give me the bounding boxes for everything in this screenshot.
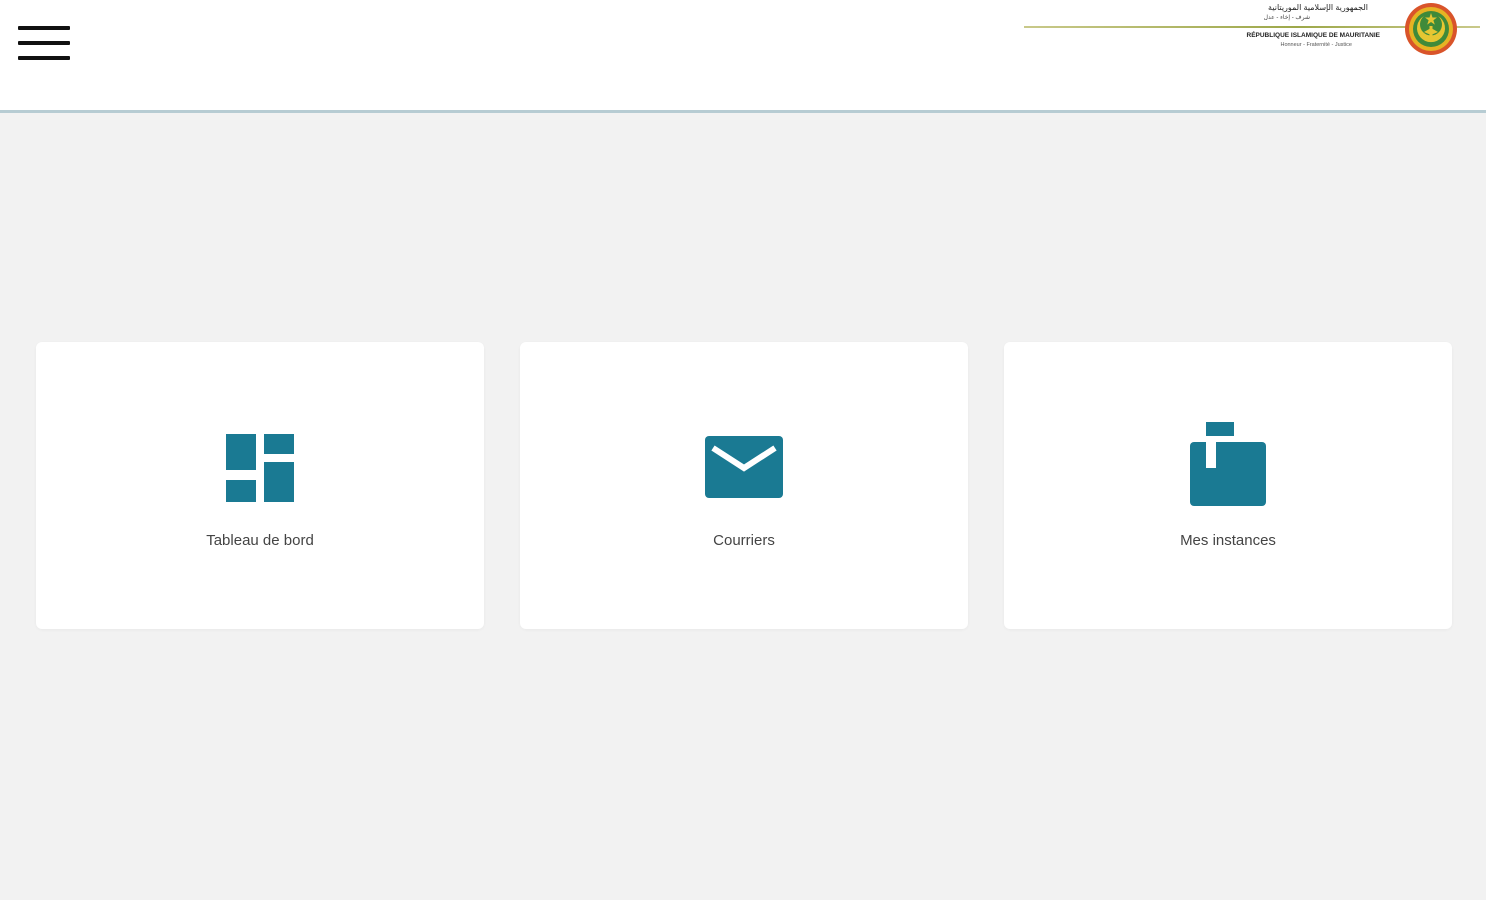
mailbox-icon xyxy=(1190,422,1266,506)
menu-bar xyxy=(18,26,70,30)
mail-envelope-icon xyxy=(705,436,783,498)
banner-arabic-title: الجمهورية الإسلامية الموريتانية xyxy=(1268,3,1368,12)
app-header: الجمهورية الإسلامية الموريتانية شرف - إخ… xyxy=(0,0,1486,113)
banner-arabic-motto: شرف - إخاء - عدل xyxy=(1263,15,1310,21)
dashboard-card[interactable]: Tableau de bord xyxy=(36,342,484,629)
courriers-card[interactable]: Courriers xyxy=(520,342,968,629)
hamburger-menu-button[interactable] xyxy=(16,22,72,64)
dashboard-icon xyxy=(226,434,294,502)
banner-french-motto: Honneur - Fraternité - Justice xyxy=(1280,42,1352,48)
dashboard-card-label: Tableau de bord xyxy=(206,532,314,549)
government-banner: الجمهورية الإسلامية الموريتانية شرف - إخ… xyxy=(1024,0,1480,60)
mes-instances-card-label: Mes instances xyxy=(1180,532,1276,549)
banner-french-title: RÉPUBLIQUE ISLAMIQUE DE MAURITANIE xyxy=(1246,32,1381,39)
national-emblem-icon xyxy=(1405,3,1457,55)
mes-instances-card[interactable]: Mes instances xyxy=(1004,342,1452,629)
menu-bar xyxy=(18,56,70,60)
menu-bar xyxy=(18,41,70,45)
courriers-card-label: Courriers xyxy=(713,532,775,549)
